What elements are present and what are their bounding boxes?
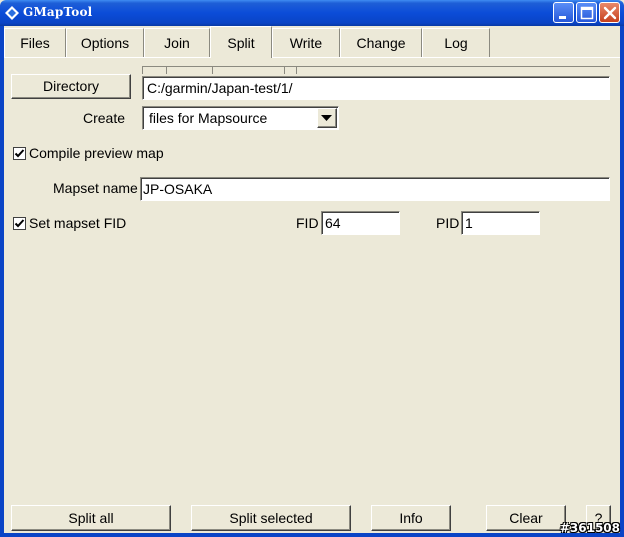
window-title: GMapTool bbox=[23, 5, 93, 19]
set-fid-checkbox[interactable] bbox=[13, 217, 26, 230]
window-frame bbox=[0, 26, 624, 537]
fid-field[interactable]: 64 bbox=[321, 211, 400, 235]
dropdown-button[interactable] bbox=[317, 108, 337, 128]
info-button[interactable]: Info bbox=[371, 505, 451, 531]
tab-files[interactable]: Files bbox=[4, 28, 66, 57]
gmaptool-diamond-icon bbox=[5, 6, 19, 20]
create-select-value: files for Mapsource bbox=[149, 110, 268, 126]
list-header-divider bbox=[166, 66, 167, 74]
checkmark-icon bbox=[14, 219, 25, 228]
mapset-name-label: Mapset name bbox=[53, 180, 138, 196]
minimize-icon bbox=[559, 16, 566, 19]
checkmark-icon bbox=[14, 149, 25, 158]
mapset-name-field[interactable]: JP-OSAKA bbox=[140, 177, 610, 201]
list-header-divider bbox=[212, 66, 213, 74]
maximize-icon bbox=[580, 6, 594, 20]
pid-field[interactable]: 1 bbox=[461, 211, 540, 235]
split-all-button[interactable]: Split all bbox=[11, 505, 171, 531]
image-watermark: #361508 bbox=[559, 521, 620, 535]
tab-change[interactable]: Change bbox=[340, 28, 422, 57]
tab-options[interactable]: Options bbox=[66, 28, 144, 57]
set-fid-label[interactable]: Set mapset FID bbox=[29, 215, 126, 231]
tab-strip-border bbox=[4, 57, 620, 58]
create-select[interactable]: files for Mapsource bbox=[142, 106, 339, 130]
list-header-divider bbox=[284, 66, 285, 74]
minimize-button[interactable] bbox=[553, 2, 574, 23]
compile-preview-label[interactable]: Compile preview map bbox=[29, 145, 164, 161]
tab-split[interactable]: Split bbox=[210, 26, 272, 58]
directory-button[interactable]: Directory bbox=[11, 74, 131, 99]
tab-log[interactable]: Log bbox=[422, 28, 490, 57]
close-icon bbox=[603, 6, 617, 20]
directory-field[interactable]: C:/garmin/Japan-test/1/ bbox=[142, 76, 610, 100]
pid-label: PID bbox=[436, 215, 460, 231]
create-label: Create bbox=[83, 110, 126, 126]
clear-button[interactable]: Clear bbox=[486, 505, 566, 531]
tab-join[interactable]: Join bbox=[144, 28, 210, 57]
fid-label: FID bbox=[296, 215, 319, 231]
tab-write[interactable]: Write bbox=[272, 28, 340, 57]
split-selected-button[interactable]: Split selected bbox=[191, 505, 351, 531]
title-bar[interactable]: GMapTool bbox=[0, 0, 624, 26]
list-header-divider bbox=[296, 66, 297, 74]
close-button[interactable] bbox=[599, 2, 620, 23]
maximize-button[interactable] bbox=[576, 2, 597, 23]
triangle-down-icon bbox=[321, 115, 332, 121]
compile-preview-checkbox[interactable] bbox=[13, 147, 26, 160]
